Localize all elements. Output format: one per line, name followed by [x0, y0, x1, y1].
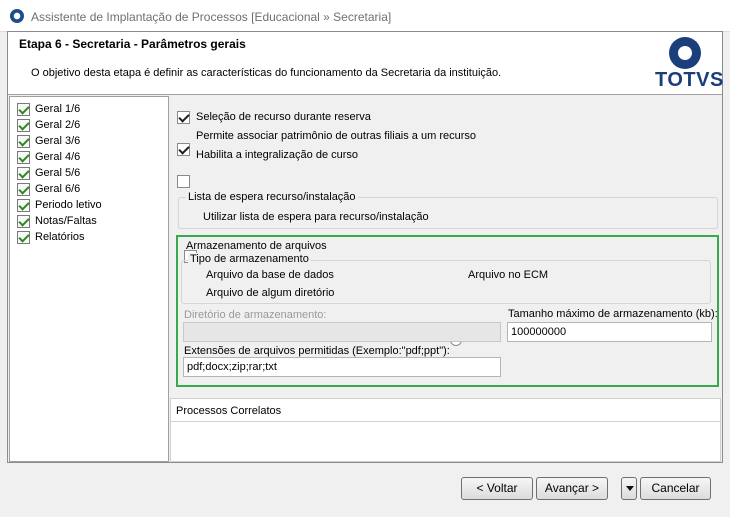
related-processes-title: Processos Correlatos — [176, 405, 282, 417]
nav-item-geral-5[interactable]: Geral 5/6 — [17, 165, 80, 181]
app-logo-icon — [10, 9, 24, 23]
waitlist-label: Utilizar lista de espera para recurso/in… — [203, 211, 429, 223]
related-processes-body — [170, 422, 721, 462]
directory-input[interactable] — [183, 322, 501, 342]
done-check-icon — [17, 150, 30, 164]
nav-item-notas-faltas[interactable]: Notas/Faltas — [17, 213, 97, 229]
storage-group-title: Armazenamento de arquivos — [186, 240, 327, 252]
nav-item-geral-3[interactable]: Geral 3/6 — [17, 133, 80, 149]
selecao-recurso-label: Seleção de recurso durante reserva — [196, 111, 371, 123]
extensions-input[interactable]: pdf;docx;zip;rar;txt — [183, 357, 501, 377]
nav-item-label: Geral 5/6 — [35, 167, 81, 179]
step-nav: Geral 1/6 Geral 2/6 Geral 3/6 Geral 4/6 … — [9, 96, 169, 462]
nav-item-geral-6[interactable]: Geral 6/6 — [17, 181, 80, 197]
nav-item-label: Notas/Faltas — [35, 215, 97, 227]
next-button[interactable]: Avançar > — [536, 477, 608, 500]
done-check-icon — [17, 102, 30, 116]
nav-item-label: Geral 2/6 — [35, 119, 81, 131]
integralizacao-checkbox[interactable] — [177, 175, 190, 188]
selecao-recurso-checkbox[interactable] — [177, 111, 190, 124]
totvs-logo-inner — [678, 46, 692, 60]
nav-item-label: Geral 1/6 — [35, 103, 81, 115]
step-title: Etapa 6 - Secretaria - Parâmetros gerais — [19, 37, 246, 51]
nav-item-geral-2[interactable]: Geral 2/6 — [17, 117, 80, 133]
max-size-input[interactable]: 100000000 — [507, 322, 712, 342]
done-check-icon — [17, 182, 30, 196]
radio-dir-label: Arquivo de algum diretório — [206, 287, 335, 299]
done-check-icon — [17, 214, 30, 228]
storage-type-title: Tipo de armazenamento — [188, 253, 311, 265]
nav-item-label: Relatórios — [35, 231, 85, 243]
nav-item-label: Geral 4/6 — [35, 151, 81, 163]
nav-item-relatorios[interactable]: Relatórios — [17, 229, 85, 245]
radio-ecm-label: Arquivo no ECM — [468, 269, 549, 281]
directory-label: Diretório de armazenamento: — [184, 309, 327, 321]
step-description: O objetivo desta etapa é definir as cara… — [31, 67, 502, 79]
permite-patrimonio-label: Permite associar patrimônio de outras fi… — [196, 130, 477, 142]
done-check-icon — [17, 134, 30, 148]
permite-patrimonio-checkbox[interactable] — [177, 143, 190, 156]
max-size-label: Tamanho máximo de armazenamento (kb): — [508, 308, 718, 320]
back-button[interactable]: < Voltar — [461, 477, 533, 500]
nav-item-label: Periodo letivo — [35, 199, 102, 211]
nav-item-label: Geral 3/6 — [35, 135, 81, 147]
nav-item-label: Geral 6/6 — [35, 183, 81, 195]
totvs-logo-text: TOTVS — [655, 69, 724, 91]
radio-db-label: Arquivo da base de dados — [206, 269, 334, 281]
options-dropdown-button[interactable] — [621, 477, 637, 500]
nav-item-geral-1[interactable]: Geral 1/6 — [17, 101, 80, 117]
chevron-down-icon — [626, 486, 634, 491]
window-title: Assistente de Implantação de Processos [… — [31, 10, 392, 24]
nav-item-periodo-letivo[interactable]: Periodo letivo — [17, 197, 102, 213]
done-check-icon — [17, 230, 30, 244]
extensions-label: Extensões de arquivos permitidas (Exempl… — [184, 345, 450, 357]
nav-item-geral-4[interactable]: Geral 4/6 — [17, 149, 80, 165]
done-check-icon — [17, 118, 30, 132]
done-check-icon — [17, 198, 30, 212]
cancel-button[interactable]: Cancelar — [640, 477, 711, 500]
waitlist-group-title: Lista de espera recurso/instalação — [186, 191, 358, 203]
integralizacao-label: Habilita a integralização de curso — [196, 149, 359, 161]
done-check-icon — [17, 166, 30, 180]
